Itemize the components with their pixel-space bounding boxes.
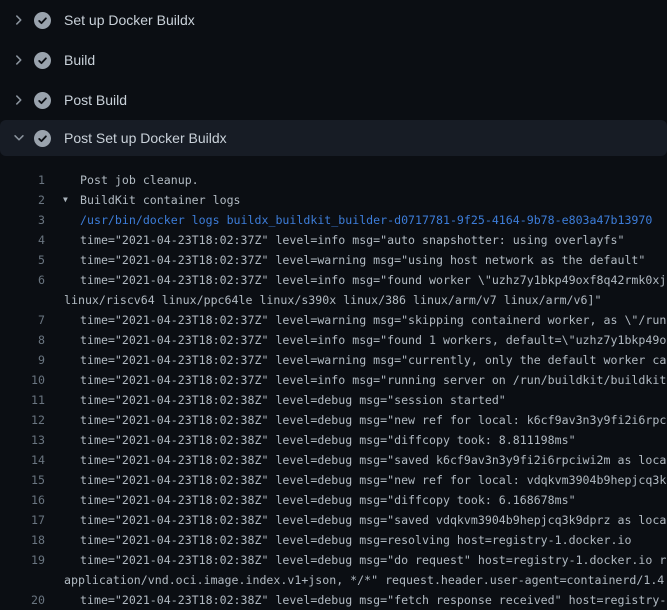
line-number[interactable]: 20 [0,590,45,610]
line-number[interactable]: 8 [0,330,45,350]
line-number[interactable]: 10 [0,370,45,390]
log-line: 18 time="2021-04-23T18:02:38Z" level=debu… [0,530,667,550]
check-circle-icon [26,12,51,29]
log-line: 19 time="2021-04-23T18:02:38Z" level=debu… [0,550,667,570]
log-text: time="2021-04-23T18:02:38Z" level=debug … [80,453,667,467]
log-line: 12 time="2021-04-23T18:02:38Z" level=debu… [0,410,667,430]
log-line: 7 time="2021-04-23T18:02:37Z" level=warni… [0,310,667,330]
step-list: Set up Docker Buildx Build Post Build Post … [0,0,667,156]
log-text: time="2021-04-23T18:02:37Z" level=warnin… [80,253,645,267]
check-circle-icon [26,92,51,109]
log-line-continuation: linux/riscv64 linux/ppc64le linux/s390x … [0,290,667,310]
line-number[interactable]: 2 [0,190,45,210]
log-line: 9 time="2021-04-23T18:02:37Z" level=warni… [0,350,667,370]
check-circle-icon [26,130,51,147]
log-text: BuildKit container logs [80,193,241,207]
log-text: time="2021-04-23T18:02:37Z" level=info m… [80,273,667,287]
log-content: 1 Post job cleanup. 2 ▼ BuildKit container l… [0,156,667,610]
log-text: application/vnd.oci.image.index.v1+json,… [64,573,667,587]
line-number[interactable]: 16 [0,490,45,510]
line-number[interactable]: 13 [0,430,45,450]
log-text: time="2021-04-23T18:02:38Z" level=debug … [80,533,631,547]
chevron-right-icon [12,13,26,27]
chevron-right-icon [12,93,26,107]
log-line: 1 Post job cleanup. [0,170,667,190]
line-number[interactable]: 4 [0,230,45,250]
step-title: Post Set up Docker Buildx [64,130,227,146]
log-text: time="2021-04-23T18:02:38Z" level=debug … [80,473,667,487]
log-line: 6 time="2021-04-23T18:02:37Z" level=info … [0,270,667,290]
triangle-down-icon[interactable]: ▼ [63,190,68,210]
log-text: time="2021-04-23T18:02:37Z" level=warnin… [80,313,667,327]
actions-log-viewer: { "colors": { "background": "#0b0e13", "… [0,0,667,600]
log-text: time="2021-04-23T18:02:38Z" level=debug … [80,393,506,407]
command-text: /usr/bin/docker logs buildx_buildkit_bui… [80,213,652,227]
line-number[interactable]: 9 [0,350,45,370]
log-line: 2 ▼ BuildKit container logs [0,190,667,210]
log-line: 11 time="2021-04-23T18:02:38Z" level=debu… [0,390,667,410]
line-number[interactable]: 6 [0,270,45,290]
log-line: 10 time="2021-04-23T18:02:37Z" level=info… [0,370,667,390]
log-text: Post job cleanup. [80,173,199,187]
line-number[interactable]: 5 [0,250,45,270]
line-number[interactable]: 19 [0,550,45,570]
log-text: time="2021-04-23T18:02:37Z" level=info m… [80,373,667,387]
step-header-post-build[interactable]: Post Build [0,80,667,120]
log-text: time="2021-04-23T18:02:37Z" level=info m… [80,233,624,247]
log-text: time="2021-04-23T18:02:38Z" level=debug … [80,493,576,507]
step-header-set-up-docker-buildx[interactable]: Set up Docker Buildx [0,0,667,40]
step-title: Post Build [64,92,127,108]
log-line: 20 time="2021-04-23T18:02:38Z" level=debu… [0,590,667,610]
check-circle-icon [26,52,51,69]
line-number[interactable]: 11 [0,390,45,410]
log-line: 14 time="2021-04-23T18:02:38Z" level=debu… [0,450,667,470]
log-text: time="2021-04-23T18:02:38Z" level=debug … [80,433,576,447]
step-title: Set up Docker Buildx [64,12,195,28]
log-line: 16 time="2021-04-23T18:02:38Z" level=debu… [0,490,667,510]
log-line: 5 time="2021-04-23T18:02:37Z" level=warni… [0,250,667,270]
log-text: time="2021-04-23T18:02:38Z" level=debug … [80,413,667,427]
line-number[interactable]: 18 [0,530,45,550]
line-number[interactable]: 17 [0,510,45,530]
line-number[interactable]: 7 [0,310,45,330]
log-text: time="2021-04-23T18:02:37Z" level=warnin… [80,353,667,367]
log-line-continuation: application/vnd.oci.image.index.v1+json,… [0,570,667,590]
line-number[interactable]: 3 [0,210,45,230]
log-line: 15 time="2021-04-23T18:02:38Z" level=debu… [0,470,667,490]
chevron-right-icon [12,53,26,67]
log-line: 4 time="2021-04-23T18:02:37Z" level=info … [0,230,667,250]
line-number[interactable]: 14 [0,450,45,470]
log-text: time="2021-04-23T18:02:38Z" level=debug … [80,513,667,527]
log-line: 17 time="2021-04-23T18:02:38Z" level=debu… [0,510,667,530]
log-text: time="2021-04-23T18:02:38Z" level=debug … [80,553,667,567]
line-number[interactable]: 15 [0,470,45,490]
line-number[interactable]: 12 [0,410,45,430]
log-text: time="2021-04-23T18:02:37Z" level=info m… [80,333,667,347]
log-line: 8 time="2021-04-23T18:02:37Z" level=info … [0,330,667,350]
step-title: Build [64,52,95,68]
chevron-down-icon [12,131,26,145]
line-number[interactable]: 1 [0,170,45,190]
step-header-build[interactable]: Build [0,40,667,80]
log-text: time="2021-04-23T18:02:38Z" level=debug … [80,593,667,607]
log-line: 13 time="2021-04-23T18:02:38Z" level=debu… [0,430,667,450]
log-text: linux/riscv64 linux/ppc64le linux/s390x … [64,293,601,307]
log-line: 3/usr/bin/docker logs buildx_buildkit_bu… [0,210,667,230]
step-header-post-set-up-docker-buildx[interactable]: Post Set up Docker Buildx [0,120,667,156]
